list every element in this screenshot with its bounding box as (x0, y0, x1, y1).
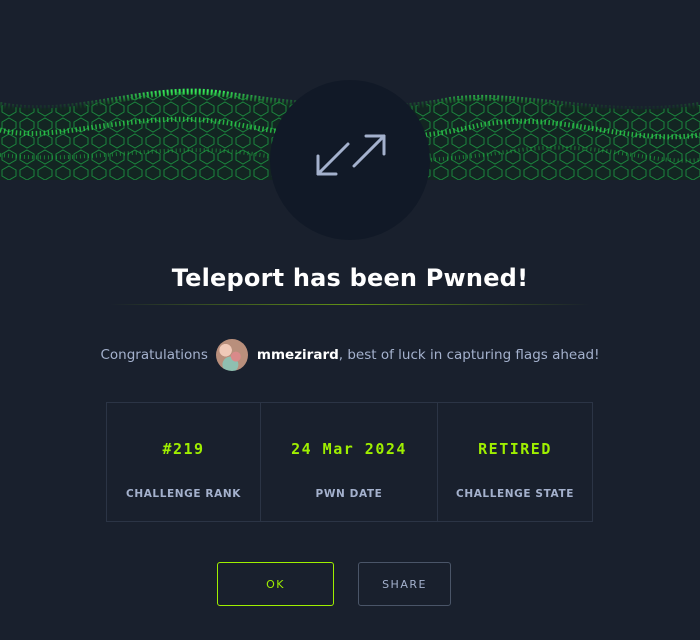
stat-pwn-date: 24 Mar 2024 PWN DATE (260, 403, 437, 521)
challenge-emblem (270, 80, 430, 240)
stat-label: CHALLENGE RANK (126, 488, 241, 500)
congrats-message: Congratulations mmezirard , best of luck… (0, 339, 700, 371)
share-button[interactable]: SHARE (358, 562, 451, 606)
congrats-suffix: , best of luck in capturing flags ahead! (338, 347, 600, 363)
stat-label: CHALLENGE STATE (456, 488, 574, 500)
username[interactable]: mmezirard (257, 347, 339, 363)
stat-value: RETIRED (478, 440, 552, 458)
stat-challenge-state: RETIRED CHALLENGE STATE (437, 403, 592, 521)
ok-button[interactable]: OK (217, 562, 334, 606)
pwned-title: Teleport has been Pwned! (171, 264, 529, 292)
stat-label: PWN DATE (315, 488, 383, 500)
stat-value: #219 (162, 440, 205, 458)
teleport-arrows-icon (316, 134, 386, 176)
stat-challenge-rank: #219 CHALLENGE RANK (107, 403, 260, 521)
title-divider (110, 304, 590, 305)
stat-value: 24 Mar 2024 (291, 440, 407, 458)
avatar (215, 339, 248, 371)
stats-panel: #219 CHALLENGE RANK 24 Mar 2024 PWN DATE… (106, 402, 593, 522)
congrats-prefix: Congratulations (100, 347, 208, 363)
